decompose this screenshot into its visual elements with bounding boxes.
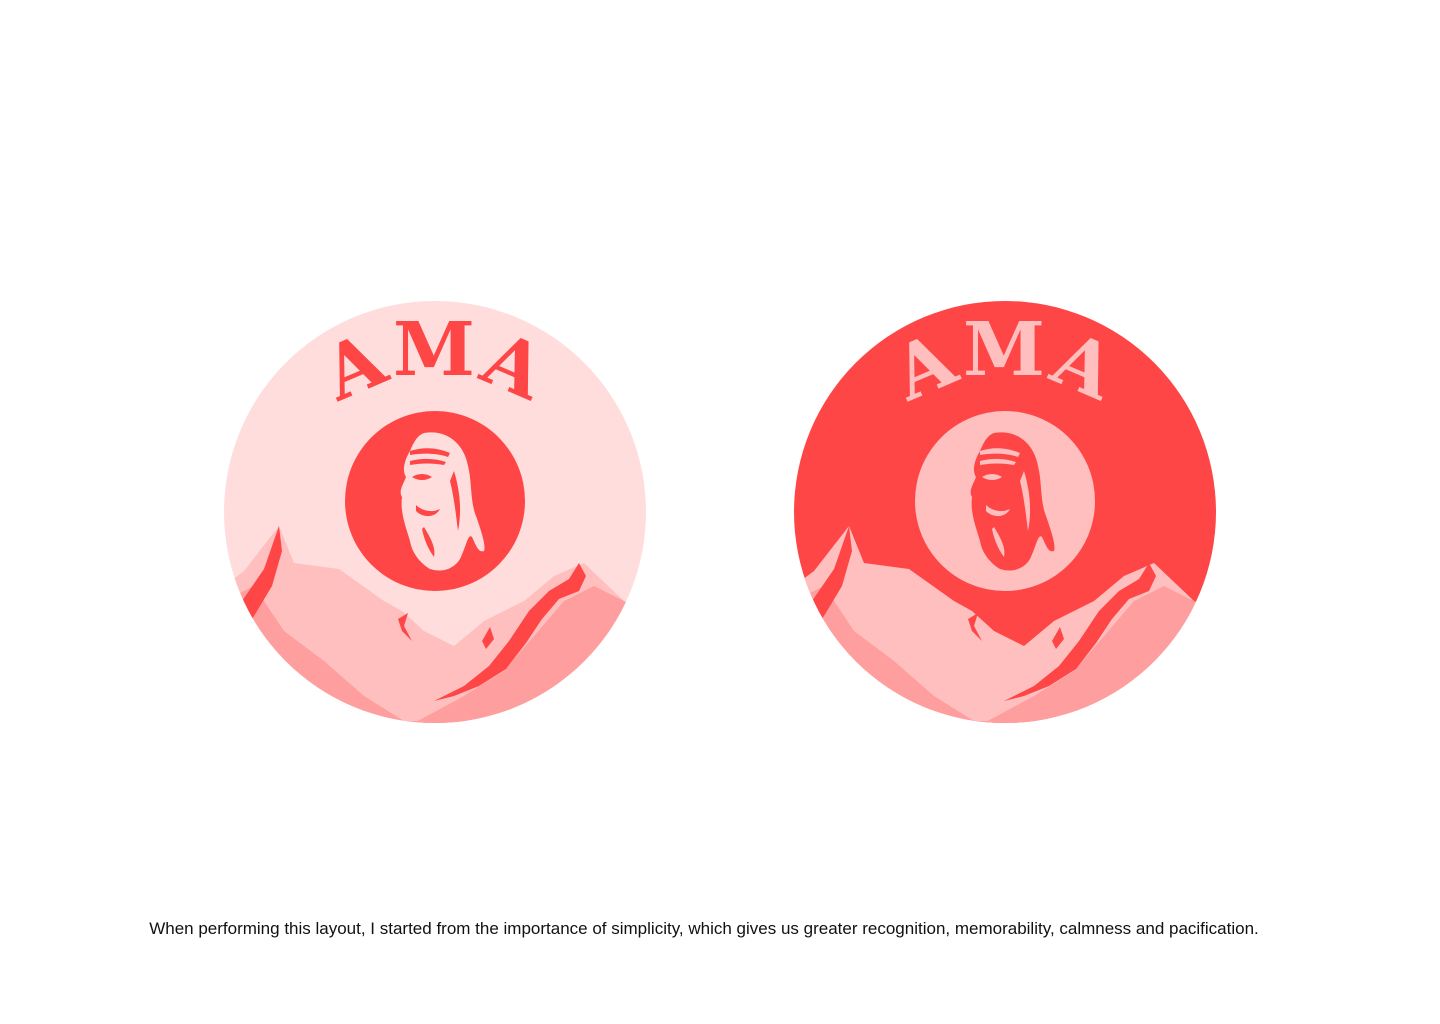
- logo-light-svg: AMA: [224, 301, 646, 723]
- logo-light-variant: AMA: [224, 301, 646, 723]
- caption-text: When performing this layout, I started f…: [149, 919, 1259, 938]
- logo-dark-svg: AMA: [794, 301, 1216, 723]
- logo-dark-variant: AMA: [794, 301, 1216, 723]
- presentation-page: AMA AMA When performing this layout, I s…: [0, 0, 1440, 1024]
